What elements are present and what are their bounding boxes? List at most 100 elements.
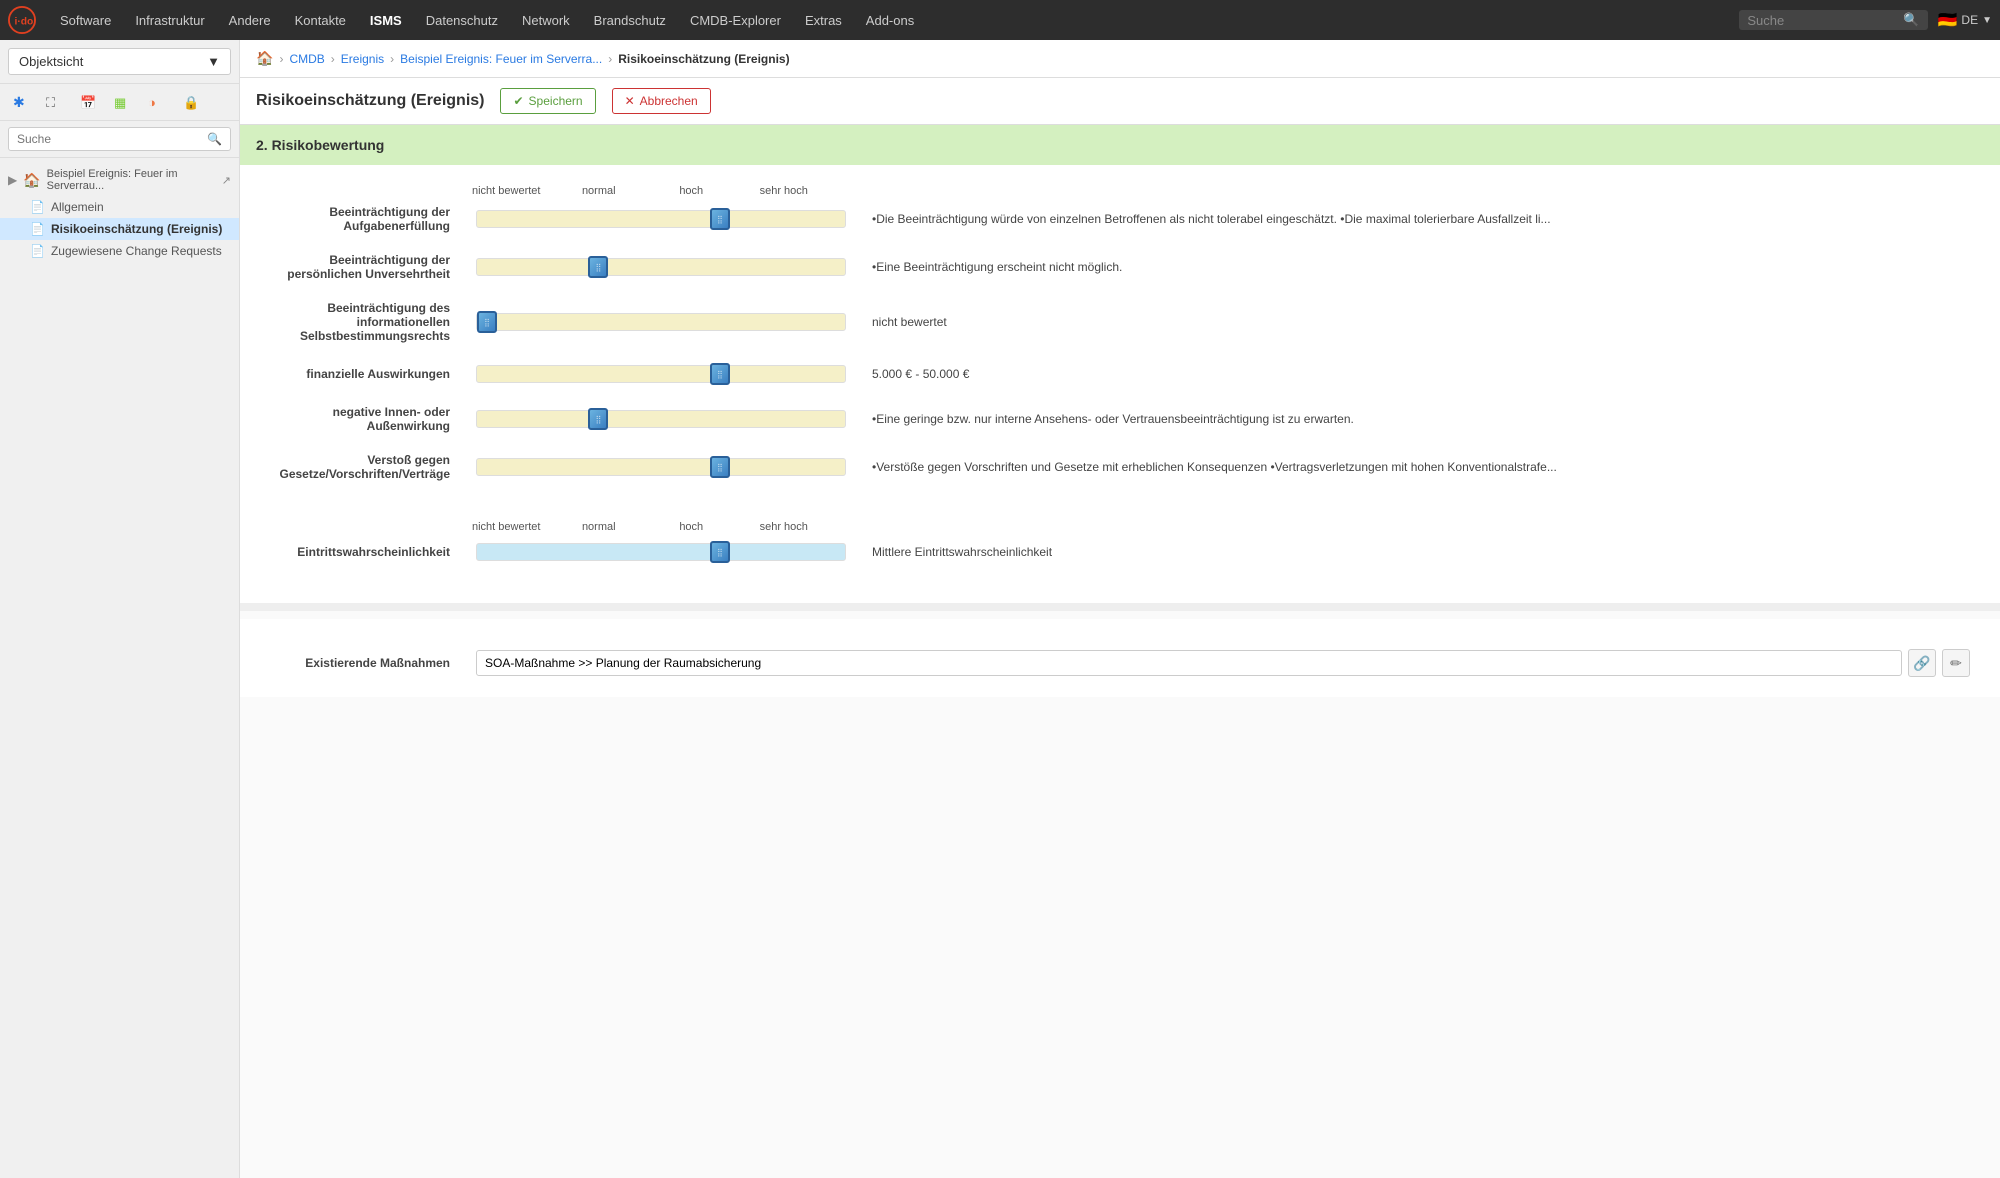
measure-input-field[interactable] xyxy=(476,650,1902,676)
slider-label-line2: persönlichen Unversehrtheit xyxy=(260,267,450,281)
cancel-label: Abbrechen xyxy=(640,94,698,108)
slider-track-3[interactable] xyxy=(476,313,846,331)
breadcrumb-sep-2: › xyxy=(331,52,335,66)
content-area: 🏠 › CMDB › Ereignis › Beispiel Ereignis:… xyxy=(240,40,2000,1178)
slider-label-line1: Verstoß gegen xyxy=(260,453,450,467)
nav-software[interactable]: Software xyxy=(48,0,123,40)
measure-edit-button[interactable]: ✏ xyxy=(1942,649,1970,677)
slider-label-line1: negative Innen- oder xyxy=(260,405,450,419)
asterisk-icon-btn[interactable]: ✱ xyxy=(8,90,32,114)
slider-thumb-prob[interactable] xyxy=(710,541,730,563)
lock-icon-btn[interactable]: 🔒 xyxy=(178,90,202,114)
nav-infrastruktur[interactable]: Infrastruktur xyxy=(123,0,216,40)
slider-thumb-4[interactable] xyxy=(710,363,730,385)
scale-label-prob-2: normal xyxy=(553,521,646,533)
cancel-button[interactable]: ✕ Abbrechen xyxy=(612,88,711,114)
tree-item-risikoeinschaetzung[interactable]: 📄 Risikoeinschätzung (Ereignis) xyxy=(0,218,239,240)
sidebar-tree: ▶ 🏠 Beispiel Ereignis: Feuer im Serverra… xyxy=(0,158,239,268)
breadcrumb-current: Risikoeinschätzung (Ereignis) xyxy=(618,52,789,66)
tree-item-label: Risikoeinschätzung (Ereignis) xyxy=(51,222,222,236)
slider-track-wrap-prob xyxy=(476,541,846,563)
nav-addons[interactable]: Add-ons xyxy=(854,0,926,40)
tree-expand-icon: ▶ xyxy=(8,173,17,187)
objektsicht-dropdown[interactable]: Objektsicht ▼ xyxy=(8,48,231,75)
nav-brandschutz[interactable]: Brandschutz xyxy=(582,0,678,40)
slider-label-line3: Selbstbestimmungsrechts xyxy=(260,329,450,343)
slider-value-3: nicht bewertet xyxy=(862,315,1970,329)
slider-label-1: Beeinträchtigung der Aufgabenerfüllung xyxy=(260,205,460,233)
tree-parent-item[interactable]: ▶ 🏠 Beispiel Ereignis: Feuer im Serverra… xyxy=(0,164,239,196)
slider-label-line2: Aufgabenerfüllung xyxy=(260,219,450,233)
language-selector[interactable]: 🇩🇪 DE ▼ xyxy=(1938,10,1993,30)
sidebar-search-field[interactable] xyxy=(17,132,201,146)
nav-andere[interactable]: Andere xyxy=(217,0,283,40)
slider-thumb-3[interactable] xyxy=(477,311,497,333)
slider-track-wrap-1 xyxy=(476,208,846,230)
slider-track-wrap-3 xyxy=(476,311,846,333)
search-area: 🔍 xyxy=(1739,10,1927,30)
slider-row-3: Beeinträchtigung des informationellen Se… xyxy=(260,301,1970,343)
measure-row: Existierende Maßnahmen 🔗 ✏ xyxy=(260,649,1970,677)
link-icon: 🔗 xyxy=(1913,655,1930,672)
slider-track-5[interactable] xyxy=(476,410,846,428)
nav-datenschutz[interactable]: Datenschutz xyxy=(414,0,510,40)
tree-item-label: Zugewiesene Change Requests xyxy=(51,244,222,258)
page-header: Risikoeinschätzung (Ereignis) ✔ Speicher… xyxy=(240,78,2000,125)
slider-row-4: finanzielle Auswirkungen 5.000 € - 50.00… xyxy=(260,363,1970,385)
sidebar-search-icon: 🔍 xyxy=(207,132,222,146)
tree-item-allgemein[interactable]: 📄 Allgemein xyxy=(0,196,239,218)
scroll-area[interactable]: 2. Risikobewertung nicht bewertet normal… xyxy=(240,125,2000,1178)
slider-label-line1: Beeinträchtigung des xyxy=(260,301,450,315)
calendar-icon-btn[interactable]: 📅 xyxy=(76,90,100,114)
breadcrumb-example[interactable]: Beispiel Ereignis: Feuer im Serverra... xyxy=(400,52,602,66)
tree-item-change-requests[interactable]: 📄 Zugewiesene Change Requests xyxy=(0,240,239,262)
slider-label-6: Verstoß gegen Gesetze/Vorschriften/Vertr… xyxy=(260,453,460,481)
slider-label-probability: Eintrittswahrscheinlichkeit xyxy=(260,545,460,559)
nav-kontakte[interactable]: Kontakte xyxy=(283,0,358,40)
expand-icon-btn[interactable]: ⛶ xyxy=(42,90,66,114)
slider-track-6[interactable] xyxy=(476,458,846,476)
slider-track-prob[interactable] xyxy=(476,543,846,561)
slider-thumb-1[interactable] xyxy=(710,208,730,230)
breadcrumb-cmdb[interactable]: CMDB xyxy=(289,52,324,66)
save-button[interactable]: ✔ Speichern xyxy=(500,88,595,114)
slider-track-2[interactable] xyxy=(476,258,846,276)
slider-track-wrap-4 xyxy=(476,363,846,385)
slider-row-5: negative Innen- oder Außenwirkung •Eine … xyxy=(260,405,1970,433)
svg-text:◑: ◑ xyxy=(148,95,156,110)
nav-extras[interactable]: Extras xyxy=(793,0,854,40)
bar-chart-icon-btn[interactable]: ▦ xyxy=(110,90,134,114)
slider-row-probability: Eintrittswahrscheinlichkeit Mittlere Ein… xyxy=(260,541,1970,563)
search-icon: 🔍 xyxy=(1903,12,1919,28)
page-title: Risikoeinschätzung (Ereignis) xyxy=(256,92,484,110)
slider-thumb-5[interactable] xyxy=(588,408,608,430)
search-input[interactable] xyxy=(1747,13,1897,28)
slider-track-wrap-2 xyxy=(476,256,846,278)
sidebar-search-input-wrap[interactable]: 🔍 xyxy=(8,127,231,151)
scale-label-1: nicht bewertet xyxy=(460,185,553,197)
slider-thumb-6[interactable] xyxy=(710,456,730,478)
slider-value-prob: Mittlere Eintrittswahrscheinlichkeit xyxy=(862,545,1970,559)
nav-isms[interactable]: ISMS xyxy=(358,0,414,40)
svg-text:🔒: 🔒 xyxy=(183,95,199,110)
app-logo[interactable]: i·doit xyxy=(8,6,36,34)
nav-network[interactable]: Network xyxy=(510,0,582,40)
slider-track-4[interactable] xyxy=(476,365,846,383)
measure-link-button[interactable]: 🔗 xyxy=(1908,649,1936,677)
nav-cmdb-explorer[interactable]: CMDB-Explorer xyxy=(678,0,793,40)
breadcrumb-ereignis[interactable]: Ereignis xyxy=(341,52,384,66)
doc-icon: 📄 xyxy=(30,200,45,214)
bottom-section: Existierende Maßnahmen 🔗 ✏ xyxy=(240,619,2000,697)
slider-track-1[interactable] xyxy=(476,210,846,228)
breadcrumb: 🏠 › CMDB › Ereignis › Beispiel Ereignis:… xyxy=(240,40,2000,78)
pie-chart-icon-btn[interactable]: ◑ xyxy=(144,90,168,114)
object-icon: 🏠 xyxy=(23,172,40,189)
slider-thumb-2[interactable] xyxy=(588,256,608,278)
svg-text:i·doit: i·doit xyxy=(15,17,36,28)
measure-input: 🔗 ✏ xyxy=(476,649,1970,677)
save-label: Speichern xyxy=(529,94,583,108)
home-icon[interactable]: 🏠 xyxy=(256,50,273,67)
sidebar: Objektsicht ▼ ✱ ⛶ 📅 ▦ ◑ 🔒 xyxy=(0,40,240,1178)
slider-track-wrap-6 xyxy=(476,456,846,478)
sidebar-search: 🔍 xyxy=(0,121,239,158)
